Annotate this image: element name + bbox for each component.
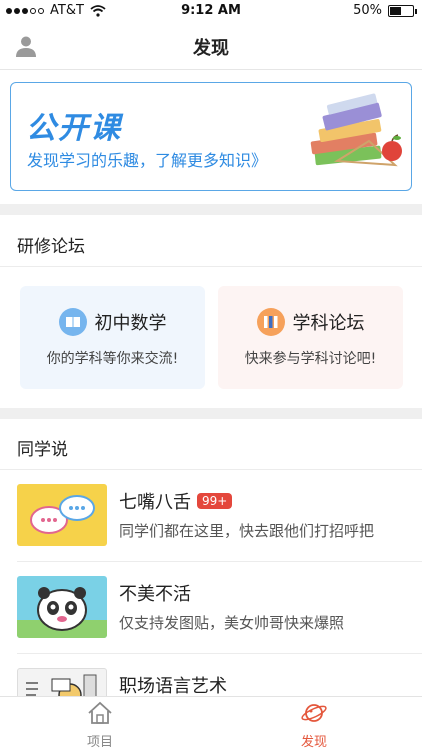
book-icon [58, 308, 87, 336]
list-item[interactable]: 不美不活 仅支持发图贴，美女帅哥快来爆照 [0, 562, 422, 654]
tab-label: 项目 [86, 735, 113, 750]
section-gap [0, 204, 422, 215]
banner-subtitle: 发现学习的乐趣，了解更多知识》 [27, 151, 268, 170]
battery-percent: 50% [353, 3, 382, 18]
list-item-title-text: 七嘴八舌 [119, 492, 191, 513]
discussion-section-title: 同学说 [17, 440, 68, 460]
forum-section-title: 研修论坛 [17, 237, 85, 257]
list-item[interactable]: 七嘴八舌 99+ 同学们都在这里，快去跟他们打招呼把 [0, 470, 422, 562]
forum-card-math[interactable]: 初中数学 你的学科等你来交流! [20, 286, 205, 389]
list-item-title-text: 不美不活 [119, 584, 191, 605]
forum-card-desc: 快来参与学科讨论吧! [244, 351, 377, 367]
open-course-banner[interactable]: 公开课 发现学习的乐趣，了解更多知识》 [10, 82, 412, 191]
planet-icon [301, 704, 327, 722]
forum-card-name: 初中数学 [94, 313, 167, 334]
divider [0, 266, 422, 267]
forum-card-head: 初中数学 [20, 308, 205, 336]
list-item-title: 不美不活 [119, 580, 191, 606]
tab-projects[interactable]: 项目 [70, 701, 130, 750]
forum-card-name: 学科论坛 [292, 313, 365, 334]
status-right: 50% [353, 3, 417, 18]
books-icon [256, 308, 285, 336]
tab-discover[interactable]: 发现 [284, 701, 344, 750]
forum-card-head: 学科论坛 [218, 308, 403, 336]
tab-label: 发现 [300, 735, 327, 750]
list-item-desc: 仅支持发图贴，美女帅哥快来爆照 [119, 614, 345, 632]
books-apple-icon [310, 93, 402, 167]
unread-badge: 99+ [197, 493, 233, 509]
forum-card-subject[interactable]: 学科论坛 快来参与学科讨论吧! [218, 286, 403, 389]
chat-bubbles-thumbnail [17, 484, 107, 546]
page-title: 发现 [193, 38, 229, 59]
tab-bar: 项目 发现 [0, 696, 422, 750]
home-icon [88, 701, 112, 724]
panda-thumbnail [17, 576, 107, 638]
list-item-desc: 同学们都在这里，快去跟他们打招呼把 [119, 522, 375, 540]
nav-bar: 发现 [0, 22, 422, 70]
battery-level [390, 6, 401, 15]
banner-title: 公开课 [26, 111, 122, 146]
section-gap [0, 408, 422, 419]
status-bar: AT&T 9:12 AM 50% [0, 0, 422, 22]
battery-icon [388, 4, 417, 17]
list-item-title: 七嘴八舌 99+ [119, 488, 233, 514]
banner-section: 公开课 发现学习的乐趣，了解更多知识》 [0, 70, 422, 204]
list-item-title: 职场语言艺术 [119, 672, 227, 698]
list-item-title-text: 职场语言艺术 [119, 676, 227, 697]
forum-card-desc: 你的学科等你来交流! [46, 351, 179, 367]
